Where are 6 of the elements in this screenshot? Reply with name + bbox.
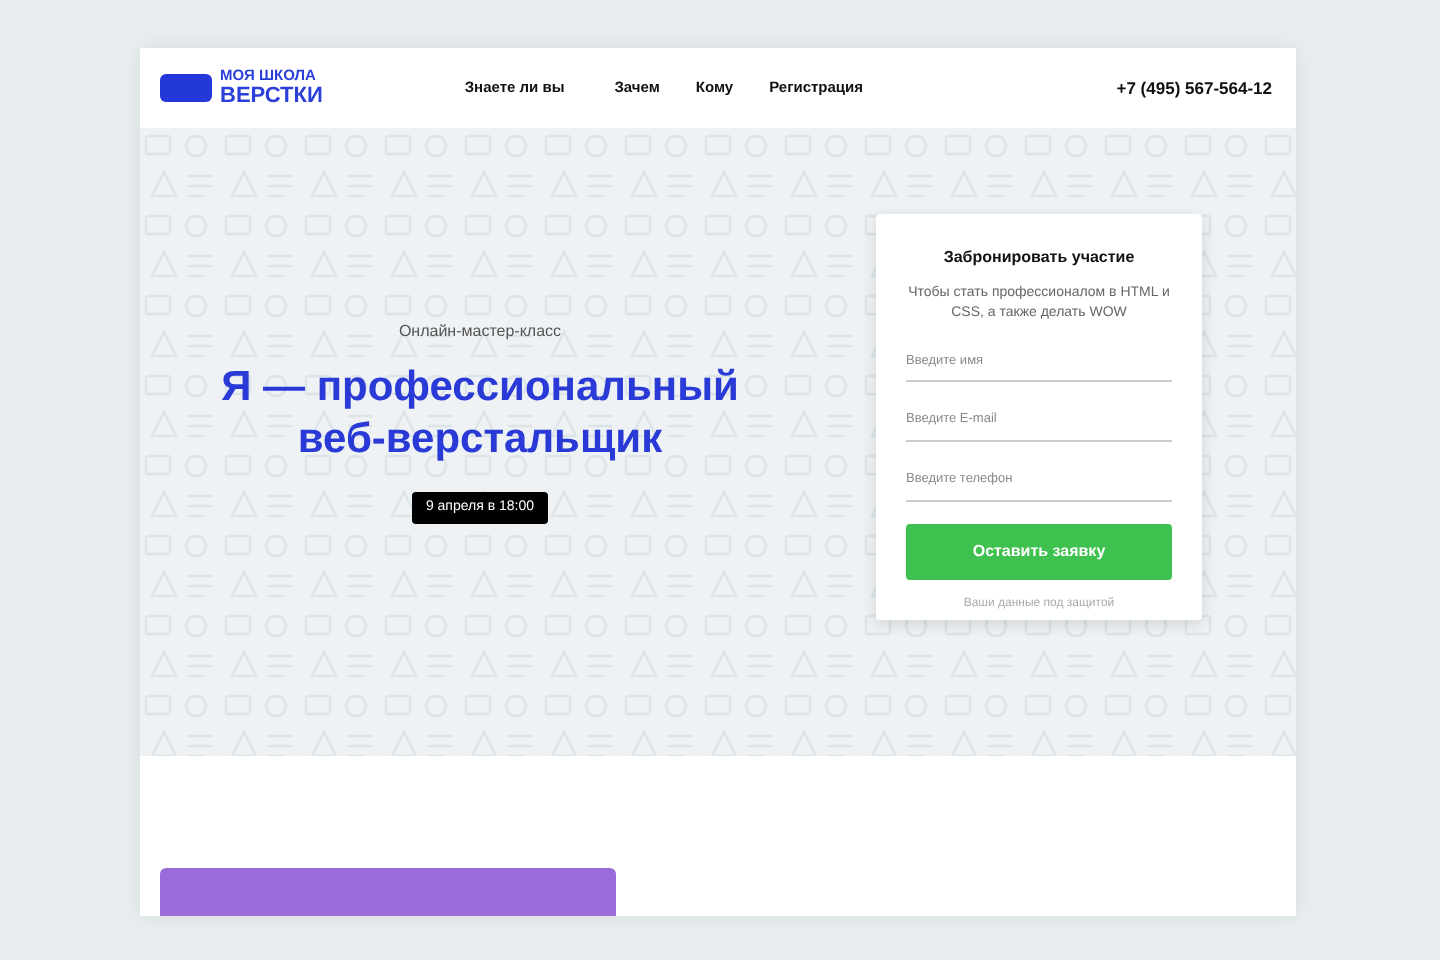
hero-title: Я — профессиональный веб-верстальщик [219,362,741,467]
logo-text: ВЕРСТКИ [220,83,323,108]
form-title: Забронировать участие [941,246,1137,270]
logo-icon [160,74,212,102]
phone-number: +7 (495) 567-564-12 [1116,75,1272,101]
hero-subtitle: Онлайн-мастер-класс [396,320,564,344]
